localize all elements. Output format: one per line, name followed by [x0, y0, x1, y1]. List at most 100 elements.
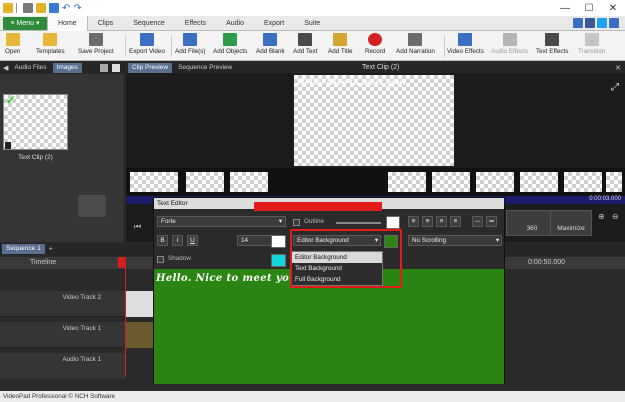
save-project-button[interactable]: Save Project [78, 33, 114, 55]
timeline-text-clip[interactable] [125, 291, 153, 317]
minimize-button[interactable]: — [553, 3, 577, 14]
add-files-label: Add File(s) [175, 48, 206, 55]
tab-clips[interactable]: Clips [88, 16, 124, 31]
italic-button[interactable]: I [172, 235, 183, 246]
facebook-icon[interactable] [585, 18, 595, 28]
tab-audio-files[interactable]: Audio Files [10, 63, 50, 73]
close-preview-icon[interactable]: ✕ [615, 64, 621, 72]
add-sequence-tab[interactable]: + [49, 246, 53, 253]
text-color-swatch[interactable] [271, 235, 286, 248]
fullscreen-icon[interactable]: ⤢ [611, 82, 619, 93]
align-right-icon[interactable]: ≡ [436, 216, 447, 227]
video-track-2-header[interactable]: Video Track 2 [0, 291, 125, 317]
tab-sequence[interactable]: Sequence [123, 16, 175, 31]
tab-sequence-1[interactable]: Sequence 1 [2, 244, 45, 254]
new-file-icon[interactable] [23, 3, 33, 13]
save-icon[interactable] [49, 3, 59, 13]
font-select[interactable]: Forte ▾ [157, 216, 286, 227]
add-objects-button[interactable]: Add Objects [213, 33, 247, 55]
page-icon[interactable] [112, 64, 120, 72]
video-track-2-label: Video Track 2 [62, 294, 101, 301]
open-folder-icon[interactable] [36, 3, 46, 13]
speed-label: 360 [526, 225, 538, 232]
add-narration-button[interactable]: Add Narration [396, 33, 435, 55]
text-effects-button[interactable]: Text Effects [536, 33, 568, 55]
app-icon [3, 3, 13, 13]
export-video-label: Export Video [129, 48, 165, 55]
playhead-marker[interactable] [118, 257, 125, 268]
redo-icon[interactable]: ↷ [73, 3, 81, 14]
toolbar: Open Templates Save Project Export Video… [0, 31, 625, 61]
filmstrip[interactable] [126, 168, 625, 196]
add-text-button[interactable]: Add Text [293, 33, 317, 55]
help-icon[interactable] [609, 18, 619, 28]
tab-effects[interactable]: Effects [175, 16, 216, 31]
red-highlight-bar [254, 202, 382, 211]
tab-audio[interactable]: Audio [216, 16, 254, 31]
film-frame [130, 172, 178, 192]
scrolling-value: No Scrolling [412, 237, 446, 244]
tab-home[interactable]: Home [47, 15, 88, 31]
add-files-button[interactable]: Add File(s) [175, 33, 205, 55]
preview-canvas[interactable]: Hello. Nice to meet you! [294, 75, 454, 166]
outline-label: Outline [304, 218, 324, 225]
tab-export[interactable]: Export [254, 16, 294, 31]
maximize-button[interactable]: ☐ [577, 3, 601, 14]
close-button[interactable]: ✕ [601, 3, 625, 14]
valign-middle-icon[interactable]: ─ [472, 216, 483, 227]
align-center-icon[interactable]: ≡ [422, 216, 433, 227]
bin-icon[interactable] [100, 64, 108, 72]
underline-button[interactable]: U [187, 235, 198, 246]
like-icon[interactable] [573, 18, 583, 28]
record-button[interactable]: Record [365, 33, 385, 55]
scrolling-select[interactable]: No Scrolling ▾ [408, 235, 502, 246]
maximize-preview-button[interactable]: Maximize [550, 210, 592, 236]
record-label: Record [365, 48, 386, 55]
outline-checkbox[interactable] [293, 219, 300, 226]
font-size-value: 14 [241, 237, 249, 244]
save-project-label: Save Project [78, 48, 114, 55]
tab-images[interactable]: Images [52, 63, 82, 73]
export-video-button[interactable]: Export Video [129, 33, 165, 55]
nav-left-icon[interactable]: ◀ [3, 64, 8, 72]
audio-effects-button[interactable]: Audio Effects [491, 33, 528, 55]
transition-button[interactable]: Transition [578, 33, 605, 55]
twitter-icon[interactable] [597, 18, 607, 28]
templates-button[interactable]: Templates [36, 33, 65, 55]
undo-icon[interactable]: ↶ [62, 3, 70, 14]
timeline-video-clip[interactable] [125, 322, 153, 348]
valign-bottom-icon[interactable]: ═ [486, 216, 497, 227]
add-objects-label: Add Objects [213, 48, 248, 55]
audio-track-1-header[interactable]: Audio Track 1 [0, 353, 125, 379]
text-fx-icon [545, 33, 560, 46]
tab-suite[interactable]: Suite [294, 16, 330, 31]
add-blank-icon [263, 33, 278, 46]
main-menu-button[interactable]: ≡ Menu ▾ [3, 16, 47, 30]
add-blank-label: Add Blank [256, 48, 285, 55]
add-title-button[interactable]: Add Title [328, 33, 353, 55]
previous-frame-icon[interactable]: ⏮ [134, 222, 141, 232]
outline-color-swatch[interactable] [386, 216, 400, 229]
bold-button[interactable]: B [157, 235, 168, 246]
toolbar-separator [125, 35, 126, 57]
video-effects-button[interactable]: Video Effects [447, 33, 484, 55]
video-track-1-header[interactable]: Video Track 1 [0, 322, 125, 348]
audio-track-1-label: Audio Track 1 [62, 356, 101, 363]
add-blank-button[interactable]: Add Blank [256, 33, 285, 55]
outline-slider[interactable] [336, 222, 381, 224]
tab-sequence-preview[interactable]: Sequence Preview [174, 63, 236, 73]
chevron-down-icon: ▾ [278, 218, 282, 225]
text-clip-thumbnail[interactable]: ✓ [3, 93, 68, 150]
zoom-out-icon[interactable]: ⊖ [612, 212, 619, 221]
text-editor-sample[interactable]: Hello. Nice to meet you! [156, 273, 302, 284]
align-left-icon[interactable]: ≡ [408, 216, 419, 227]
media-bin-tabs: ◀ Audio Files Images [0, 62, 124, 74]
shadow-checkbox[interactable] [157, 256, 164, 263]
open-button[interactable]: Open [5, 33, 20, 55]
video-track-1-label: Video Track 1 [62, 325, 101, 332]
media-bin-panel: ◀ Audio Files Images ✓ Text Clip (2) [0, 62, 125, 242]
shadow-color-swatch[interactable] [271, 254, 286, 267]
tab-clip-preview[interactable]: Clip Preview [128, 62, 173, 73]
zoom-in-icon[interactable]: ⊕ [598, 212, 605, 221]
justify-icon[interactable]: ≡ [450, 216, 461, 227]
